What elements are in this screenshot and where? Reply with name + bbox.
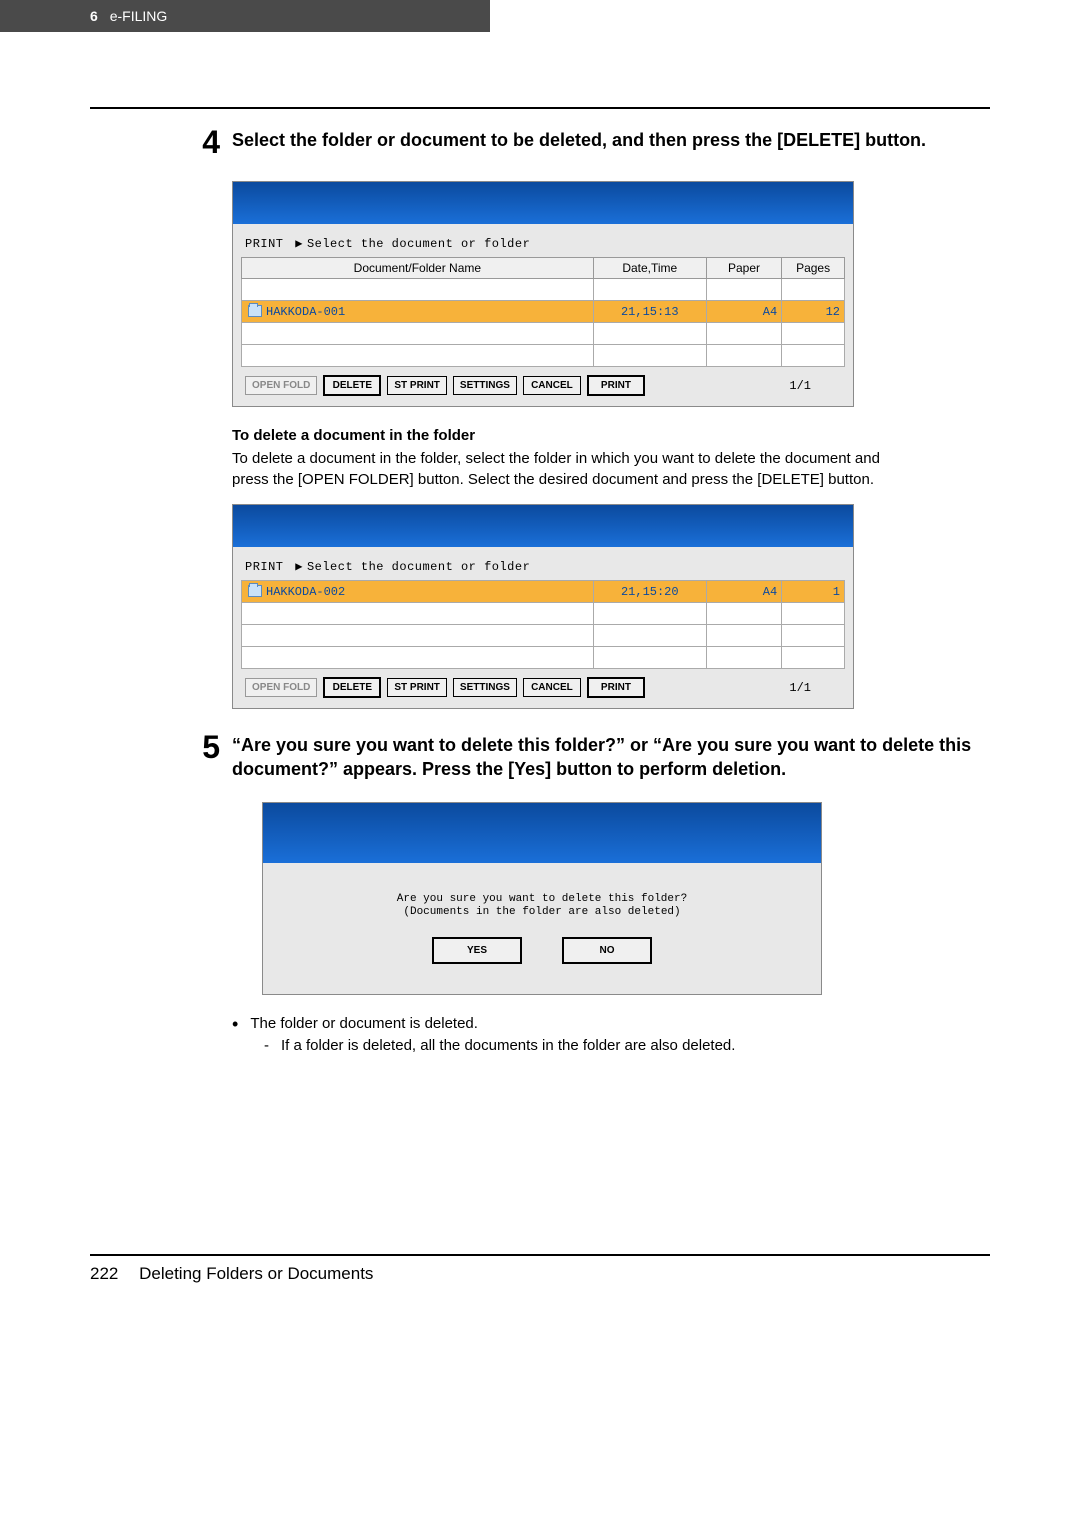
row-paper: A4 [706,581,781,603]
page-footer: 222 Deleting Folders or Documents [0,1254,1080,1304]
st-print-button[interactable]: ST PRINT [387,376,447,395]
settings-button[interactable]: SETTINGS [453,678,517,697]
bullet-text: If a folder is deleted, all the document… [281,1037,735,1054]
top-divider [90,107,990,109]
sub-section: To delete a document in the folder To de… [232,427,900,490]
step-4: 4 Select the folder or document to be de… [90,124,990,161]
delete-button[interactable]: DELETE [323,375,381,396]
prompt-left: PRINT [245,237,284,251]
confirm-line1: Are you sure you want to delete this fol… [397,893,687,905]
prompt-msg: Select the document or folder [307,560,530,574]
settings-button[interactable]: SETTINGS [453,376,517,395]
row-date: 21,15:13 [593,301,706,323]
footer-title: Deleting Folders or Documents [139,1264,373,1283]
pager: 1/1 [789,681,811,695]
table-row-selected[interactable]: HAKKODA-001 21,15:13 A4 12 [242,301,845,323]
th-name: Document/Folder Name [242,258,594,279]
dash-icon: - [264,1037,269,1054]
step-5: 5 “Are you sure you want to delete this … [90,729,990,782]
screenshot-document-list: PRINT ▶ Select the document or folder HAK… [232,504,854,709]
page-header: 6 e-FILING [0,0,490,32]
sub-para: To delete a document in the folder, sele… [232,448,900,490]
table-row[interactable] [242,647,845,669]
row-pages: 12 [782,301,845,323]
screenshot-prompt: PRINT ▶ Select the document or folder [241,555,845,580]
bullet-text: The folder or document is deleted. [250,1015,478,1032]
table-row[interactable] [242,279,845,301]
step-text: “Are you sure you want to delete this fo… [232,729,990,782]
header-section: e-FILING [110,8,168,24]
st-print-button[interactable]: ST PRINT [387,678,447,697]
no-button[interactable]: NO [562,937,652,964]
yes-button[interactable]: YES [432,937,522,964]
screenshot-titlebar [233,182,853,224]
button-row: OPEN FOLD DELETE ST PRINT SETTINGS CANCE… [241,367,845,398]
footer-divider [90,1254,990,1256]
table-row-selected[interactable]: HAKKODA-002 21,15:20 A4 1 [242,581,845,603]
prompt-left: PRINT [245,560,284,574]
delete-button[interactable]: DELETE [323,677,381,698]
footer-page-num: 222 [90,1264,118,1283]
document-table: Document/Folder Name Date,Time Paper Pag… [241,257,845,367]
prompt-msg: Select the document or folder [307,237,530,251]
step-number: 4 [190,124,232,161]
th-paper: Paper [706,258,781,279]
row-paper: A4 [706,301,781,323]
sub-title: To delete a document in the folder [232,427,900,444]
table-header-row: Document/Folder Name Date,Time Paper Pag… [242,258,845,279]
table-row[interactable] [242,323,845,345]
open-folder-button[interactable]: OPEN FOLD [245,678,317,697]
row-pages: 1 [782,581,845,603]
screenshot-confirm-dialog: Are you sure you want to delete this fol… [262,802,822,995]
header-page-num: 6 [90,8,98,24]
th-date: Date,Time [593,258,706,279]
row-date: 21,15:20 [593,581,706,603]
cancel-button[interactable]: CANCEL [523,678,581,697]
print-button[interactable]: PRINT [587,375,645,396]
row-name: HAKKODA-002 [266,585,345,599]
print-button[interactable]: PRINT [587,677,645,698]
screenshot-titlebar [263,803,821,863]
document-icon [248,585,262,597]
table-row[interactable] [242,345,845,367]
screenshot-prompt: PRINT ▶ Select the document or folder [241,232,845,257]
screenshot-titlebar [233,505,853,547]
screenshot-folder-list: PRINT ▶ Select the document or folder Doc… [232,181,854,407]
prompt-arrow-icon: ▶ [295,237,303,251]
step-number: 5 [190,729,232,782]
table-row[interactable] [242,603,845,625]
confirm-line2: (Documents in the folder are also delete… [403,906,680,918]
row-name: HAKKODA-001 [266,305,345,319]
pager: 1/1 [789,379,811,393]
document-table: HAKKODA-002 21,15:20 A4 1 [241,580,845,669]
bullet-list: • The folder or document is deleted. - I… [232,1015,990,1054]
step-text: Select the folder or document to be dele… [232,124,926,161]
table-row[interactable] [242,625,845,647]
cancel-button[interactable]: CANCEL [523,376,581,395]
folder-icon [248,305,262,317]
open-folder-button[interactable]: OPEN FOLD [245,376,317,395]
th-pages: Pages [782,258,845,279]
confirm-text: Are you sure you want to delete this fol… [283,893,801,919]
bullet-icon: • [232,1015,238,1033]
button-row: OPEN FOLD DELETE ST PRINT SETTINGS CANCE… [241,669,845,700]
prompt-arrow-icon: ▶ [295,560,303,574]
